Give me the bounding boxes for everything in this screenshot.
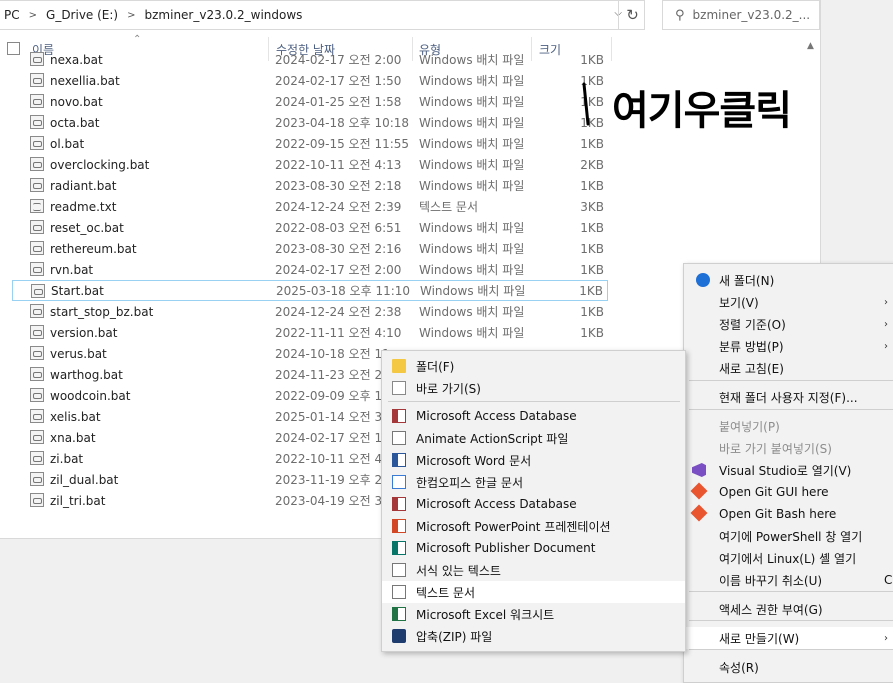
context-menu-label: 현재 폴더 사용자 지정(F)...: [719, 390, 858, 405]
submenu-item[interactable]: Microsoft Word 문서: [382, 449, 685, 471]
context-menu-label: 여기에 PowerShell 창 열기: [719, 529, 863, 544]
context-menu-item[interactable]: 바로 가기 붙여넣기(S): [684, 437, 893, 459]
shortcut-icon: [392, 381, 406, 395]
submenu-arrow-icon: ›: [884, 340, 888, 352]
context-menu-label: 여기에서 Linux(L) 셸 열기: [719, 551, 857, 566]
access-icon: [392, 497, 406, 511]
context-menu-item[interactable]: 보기(V) ›: [684, 291, 893, 313]
submenu-label: 폴더(F): [416, 359, 455, 374]
submenu-arrow-icon: ›: [884, 296, 888, 308]
submenu-label: 압축(ZIP) 파일: [416, 629, 493, 644]
submenu-label: Microsoft Word 문서: [416, 453, 532, 468]
menu-divider: [689, 649, 893, 650]
context-menu-item[interactable]: 새 폴더(N): [684, 269, 893, 291]
context-menu-label: 속성(R): [719, 660, 759, 675]
submenu-item[interactable]: 바로 가기(S): [382, 377, 685, 399]
submenu-item[interactable]: 한컴오피스 한글 문서: [382, 471, 685, 493]
context-menu-item[interactable]: 분류 방법(P) ›: [684, 335, 893, 357]
context-menu-item[interactable]: 정렬 기준(O) ›: [684, 313, 893, 335]
context-menu-label: Visual Studio로 열기(V): [719, 463, 852, 478]
context-menu-item[interactable]: Visual Studio로 열기(V): [684, 459, 893, 481]
hwp-icon: [392, 475, 406, 489]
visual-studio-icon: [692, 463, 706, 477]
context-menu-label: 보기(V): [719, 295, 759, 310]
submenu-label: Microsoft Excel 워크시트: [416, 607, 555, 622]
submenu-item[interactable]: Microsoft Publisher Document: [382, 537, 685, 559]
powerpoint-icon: [392, 519, 406, 533]
context-menu-item[interactable]: 이름 바꾸기 취소(U) C: [684, 569, 893, 591]
publisher-icon: [392, 541, 406, 555]
submenu-item[interactable]: 텍스트 문서: [382, 581, 685, 603]
submenu-label: 서식 있는 텍스트: [416, 563, 501, 578]
context-menu-label: 새로 고침(E): [719, 361, 784, 376]
menu-divider: [689, 380, 893, 381]
context-menu-shortcut: C: [884, 573, 893, 587]
submenu-item[interactable]: Microsoft Excel 워크시트: [382, 603, 685, 625]
submenu-item[interactable]: Animate ActionScript 파일: [382, 427, 685, 449]
submenu-label: 텍스트 문서: [416, 585, 476, 600]
actionscript-icon: [392, 431, 406, 445]
context-menu-label: Open Git Bash here: [719, 507, 837, 521]
context-menu-item[interactable]: Open Git Bash here: [684, 503, 893, 525]
annotation-stroke-1: [582, 82, 590, 126]
submenu-arrow-icon: ›: [884, 632, 888, 644]
rtf-icon: [392, 563, 406, 577]
context-menu-label: 이름 바꾸기 취소(U): [719, 573, 823, 588]
submenu-label: Microsoft Access Database: [416, 409, 577, 423]
git-icon: [690, 482, 708, 500]
submenu-item[interactable]: 서식 있는 텍스트: [382, 559, 685, 581]
submenu-item[interactable]: Microsoft PowerPoint 프레젠테이션: [382, 515, 685, 537]
new-item-submenu: 폴더(F) 바로 가기(S) Microsoft Access Database An…: [381, 350, 686, 652]
submenu-arrow-icon: ›: [884, 318, 888, 330]
menu-divider: [689, 591, 893, 592]
folder-icon: [392, 359, 406, 373]
context-menu-item[interactable]: 현재 폴더 사용자 지정(F)...: [684, 386, 893, 408]
context-menu-label: 액세스 권한 부여(G): [719, 602, 823, 617]
context-menu-label: 붙여넣기(P): [719, 419, 780, 434]
submenu-label: Microsoft PowerPoint 프레젠테이션: [416, 519, 611, 534]
submenu-item[interactable]: Microsoft Access Database: [382, 405, 685, 427]
context-menu-label: 새 폴더(N): [719, 273, 775, 288]
context-menu-item[interactable]: 여기에 PowerShell 창 열기: [684, 525, 893, 547]
git-icon: [690, 504, 708, 522]
submenu-item[interactable]: 폴더(F): [382, 355, 685, 377]
menu-divider: [689, 409, 893, 410]
context-menu-label: Open Git GUI here: [719, 485, 829, 499]
zip-icon: [392, 629, 406, 643]
submenu-label: 바로 가기(S): [416, 381, 481, 396]
context-menu-label: 바로 가기 붙여넣기(S): [719, 441, 832, 456]
context-menu-label: 정렬 기준(O): [719, 317, 786, 332]
submenu-label: Microsoft Publisher Document: [416, 541, 596, 555]
context-menu-item[interactable]: Open Git GUI here: [684, 481, 893, 503]
context-menu-item[interactable]: 새로 고침(E): [684, 357, 893, 379]
context-menu-label: 새로 만들기(W): [719, 631, 800, 646]
context-menu: 새 폴더(N) 보기(V) › 정렬 기준(O) › 분류 방법(P) › 새로 고침(E) 현…: [683, 263, 893, 683]
context-menu-item[interactable]: 속성(R): [684, 656, 893, 678]
context-menu-item[interactable]: 새로 만들기(W) ›: [684, 627, 893, 649]
submenu-item[interactable]: 압축(ZIP) 파일: [382, 625, 685, 647]
text-doc-icon: [392, 585, 406, 599]
excel-icon: [392, 607, 406, 621]
submenu-label: Animate ActionScript 파일: [416, 431, 569, 446]
context-menu-item[interactable]: 여기에서 Linux(L) 셸 열기: [684, 547, 893, 569]
submenu-item[interactable]: Microsoft Access Database: [382, 493, 685, 515]
menu-divider: [689, 620, 893, 621]
menu-divider: [388, 401, 680, 402]
word-icon: [392, 453, 406, 467]
new-folder-icon: [696, 273, 710, 287]
submenu-label: Microsoft Access Database: [416, 497, 577, 511]
submenu-label: 한컴오피스 한글 문서: [416, 475, 523, 490]
context-menu-label: 분류 방법(P): [719, 339, 784, 354]
context-menu-item[interactable]: 액세스 권한 부여(G): [684, 598, 893, 620]
access-icon: [392, 409, 406, 423]
context-menu-item[interactable]: 붙여넣기(P): [684, 415, 893, 437]
